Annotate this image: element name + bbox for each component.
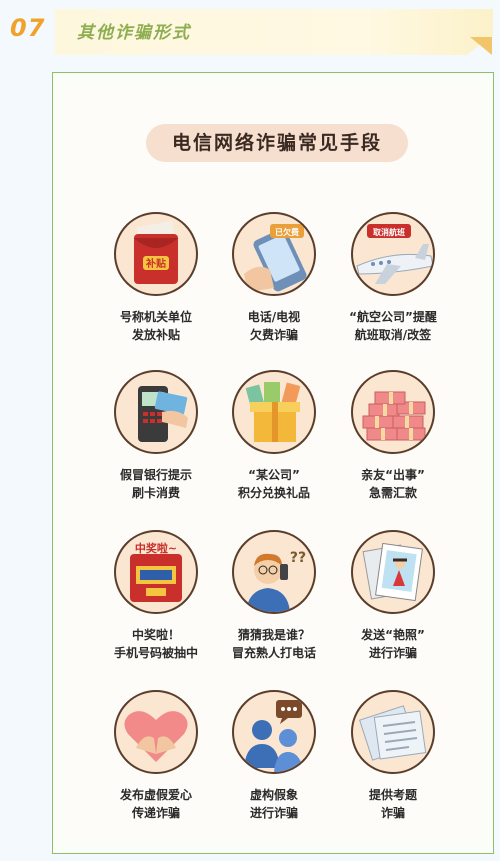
poster-title: 电信网络诈骗常见手段 (146, 124, 408, 162)
fraud-item-exam: 提供考题 诈骗 (333, 690, 453, 822)
banner-corner-fold (470, 37, 492, 55)
item-caption-line2: 积分兑换礼品 (237, 486, 310, 500)
fraud-item-subsidy: 补贴 号称机关单位 发放补贴 (96, 212, 216, 344)
arrears-badge: 已欠费 (275, 227, 299, 237)
item-caption-line2: 急需汇款 (368, 486, 417, 500)
fraud-item-guess-who: ?? 猜猜我是谁？ 冒充熟人打电话 (214, 530, 334, 662)
lottery-badge: 中奖啦~ (135, 541, 177, 555)
item-caption-line1: 发布虚假爱心 (119, 788, 192, 802)
item-caption-line1: 号称机关单位 (119, 310, 192, 324)
item-caption-line1: 电话/电视 (247, 310, 301, 324)
subsidy-badge: 补贴 (145, 257, 166, 270)
chat-people-icon (232, 690, 316, 774)
photo-icon (351, 530, 435, 614)
phone-icon: 已欠费 (232, 212, 316, 296)
item-caption-line2: 进行诈骗 (249, 806, 298, 820)
airplane-icon: 取消航班 (351, 212, 435, 296)
fraud-item-arrears: 已欠费 电话/电视欠费诈骗 (214, 212, 334, 344)
item-caption-line1: 假冒银行提示 (119, 468, 192, 482)
item-caption-line1: 提供考题 (368, 788, 417, 802)
exam-paper-icon (351, 690, 435, 774)
fraud-item-points: “某公司” 积分兑换礼品 (214, 370, 334, 502)
item-caption-line1: 发送“艳照” (361, 628, 425, 642)
cash-bundles-icon (351, 370, 435, 454)
item-caption-line2: 传递诈骗 (131, 806, 180, 820)
fraud-item-relatives: 亲友“出事” 急需汇款 (333, 370, 453, 502)
lottery-icon: 中奖啦~ (114, 530, 198, 614)
fraud-item-fabricated: 虚构假象 进行诈骗 (214, 690, 334, 822)
item-caption-line2: 发放补贴 (131, 328, 180, 342)
gift-box-icon (232, 370, 316, 454)
question-marks: ?? (290, 550, 306, 566)
flight-cancel-badge: 取消航班 (373, 227, 405, 237)
fraud-item-bank: 假冒银行提示 刷卡消费 (96, 370, 216, 502)
fraud-item-charity: 发布虚假爱心 传递诈骗 (96, 690, 216, 822)
item-caption-line2: 进行诈骗 (368, 646, 417, 660)
section-number: 07 (10, 14, 46, 42)
heart-hands-icon (114, 690, 198, 774)
item-caption-line1: 中奖啦！ (131, 628, 180, 642)
fraud-item-lottery: 中奖啦~ 中奖啦！ 手机号码被抽中 (96, 530, 216, 662)
item-caption-line2: 刷卡消费 (131, 486, 180, 500)
item-caption-line2: 冒充熟人打电话 (231, 646, 316, 660)
fraud-item-photos: 发送“艳照” 进行诈骗 (333, 530, 453, 662)
item-caption-line2: 诈骗 (380, 806, 405, 820)
item-caption-line1: 猜猜我是谁？ (237, 628, 310, 642)
item-caption-line1: 虚构假象 (249, 788, 298, 802)
item-caption-line1: “航空公司”提醒 (349, 310, 437, 324)
fraud-item-airline: 取消航班 “航空公司”提醒 航班取消/改签 (333, 212, 453, 344)
red-envelope-icon: 补贴 (114, 212, 198, 296)
card-terminal-icon (114, 370, 198, 454)
caller-man-icon: ?? (232, 530, 316, 614)
item-caption-line1: 亲友“出事” (361, 468, 425, 482)
item-caption-line2: 欠费诈骗 (249, 328, 298, 342)
section-title: 其他诈骗形式 (77, 23, 191, 43)
item-caption-line1: “某公司” (248, 468, 300, 482)
item-caption-line2: 手机号码被抽中 (113, 646, 198, 660)
item-caption-line2: 航班取消/改签 (354, 328, 432, 342)
